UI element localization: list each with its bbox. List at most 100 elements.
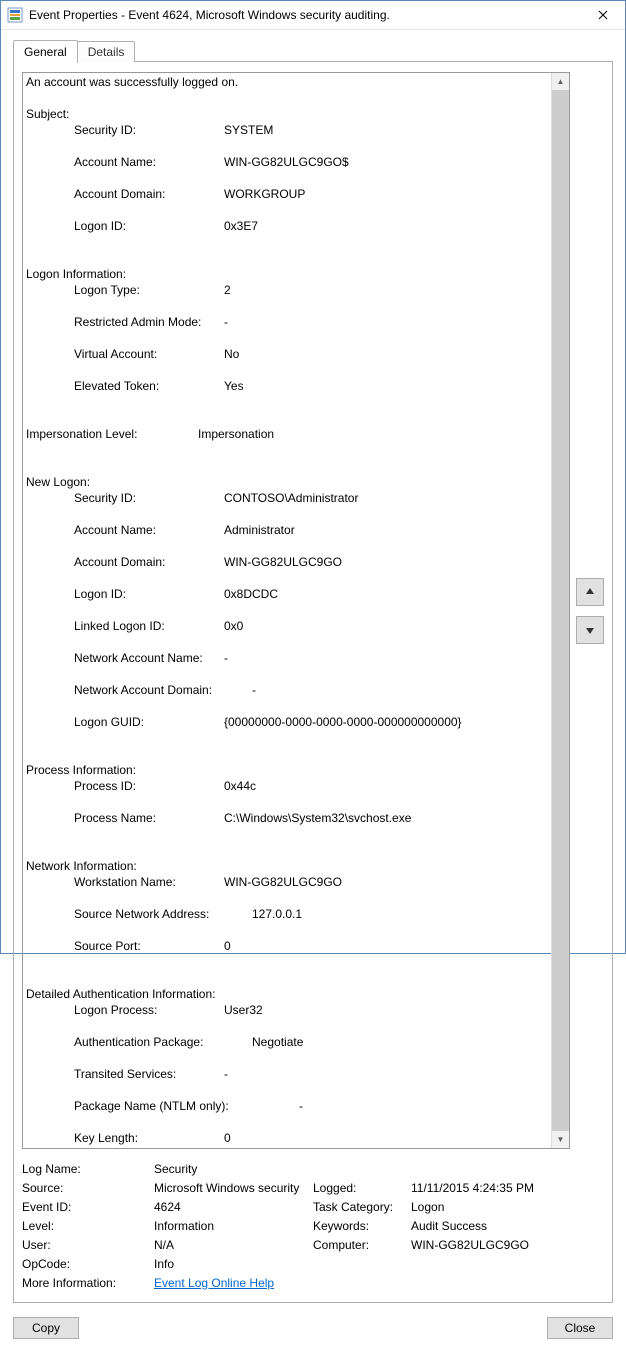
opcode-value: Info (154, 1257, 604, 1271)
eventid-label: Event ID: (22, 1200, 154, 1214)
new-logon-header: New Logon: (26, 475, 90, 489)
workstation-label: Workstation Name: (26, 874, 224, 890)
newlogon-linked-id-label: Linked Logon ID: (26, 618, 224, 634)
taskcat-label: Task Category: (313, 1200, 411, 1214)
subject-sid-label: Security ID: (26, 122, 224, 138)
source-address-value: 127.0.0.1 (252, 906, 302, 922)
transited-services-value: - (224, 1066, 228, 1082)
process-id-label: Process ID: (26, 778, 224, 794)
key-length-label: Key Length: (26, 1130, 224, 1146)
newlogon-net-account-name-label: Network Account Name: (26, 650, 224, 666)
newlogon-net-account-domain-label: Network Account Domain: (26, 682, 252, 698)
key-length-value: 0 (224, 1130, 231, 1146)
description-text: An account was successfully logged on. S… (23, 73, 551, 1148)
logon-process-label: Logon Process: (26, 1002, 224, 1018)
footer-buttons: Copy Close (1, 1309, 625, 1351)
close-button[interactable]: Close (547, 1317, 613, 1339)
next-event-button[interactable] (576, 616, 604, 644)
logname-label: Log Name: (22, 1162, 154, 1176)
scroll-thumb[interactable] (552, 90, 569, 1131)
logon-process-value: User32 (224, 1002, 263, 1018)
scroll-up-icon[interactable]: ▲ (552, 73, 569, 90)
nav-buttons (576, 72, 604, 1149)
keywords-value: Audit Success (411, 1219, 604, 1233)
newlogon-account-name-value: Administrator (224, 522, 295, 538)
meta-grid: Log Name: Security Source: Microsoft Win… (22, 1159, 604, 1292)
event-properties-window: Event Properties - Event 4624, Microsoft… (0, 0, 626, 954)
moreinfo-label: More Information: (22, 1276, 154, 1290)
newlogon-guid-value: {00000000-0000-0000-0000-000000000000} (224, 714, 462, 730)
event-viewer-icon (7, 7, 23, 23)
close-window-button[interactable] (581, 1, 625, 29)
elevated-token-value: Yes (224, 378, 244, 394)
tab-general[interactable]: General (13, 40, 78, 63)
auth-package-label: Authentication Package: (26, 1034, 252, 1050)
virtual-account-value: No (224, 346, 239, 362)
subject-logon-id-value: 0x3E7 (224, 218, 258, 234)
virtual-account-label: Virtual Account: (26, 346, 224, 362)
window-title: Event Properties - Event 4624, Microsoft… (29, 8, 581, 22)
user-label: User: (22, 1238, 154, 1252)
process-name-value: C:\Windows\System32\svchost.exe (224, 810, 411, 826)
subject-account-domain-value: WORKGROUP (224, 186, 305, 202)
source-label: Source: (22, 1181, 154, 1195)
network-info-header: Network Information: (26, 859, 137, 873)
source-port-label: Source Port: (26, 938, 224, 954)
tab-details[interactable]: Details (77, 41, 136, 62)
keywords-label: Keywords: (313, 1219, 411, 1233)
source-address-label: Source Network Address: (26, 906, 252, 922)
subject-header: Subject: (26, 107, 69, 121)
logon-type-label: Logon Type: (26, 282, 224, 298)
newlogon-logon-id-label: Logon ID: (26, 586, 224, 602)
logname-value: Security (154, 1162, 604, 1176)
logged-label: Logged: (313, 1181, 411, 1195)
subject-account-domain-label: Account Domain: (26, 186, 224, 202)
level-value: Information (154, 1219, 313, 1233)
content-area: General Details An account was successfu… (1, 30, 625, 1309)
arrow-up-icon (584, 586, 596, 598)
level-label: Level: (22, 1219, 154, 1233)
copy-button[interactable]: Copy (13, 1317, 79, 1339)
event-log-online-help-link[interactable]: Event Log Online Help (154, 1276, 274, 1290)
process-info-header: Process Information: (26, 763, 136, 777)
subject-account-name-label: Account Name: (26, 154, 224, 170)
user-value: N/A (154, 1238, 313, 1252)
source-port-value: 0 (224, 938, 231, 954)
titlebar: Event Properties - Event 4624, Microsoft… (1, 1, 625, 30)
scroll-down-icon[interactable]: ▼ (552, 1131, 569, 1148)
opcode-label: OpCode: (22, 1257, 154, 1271)
newlogon-account-name-label: Account Name: (26, 522, 224, 538)
newlogon-net-account-domain-value: - (252, 682, 256, 698)
transited-services-label: Transited Services: (26, 1066, 224, 1082)
tabs: General Details (13, 38, 613, 62)
source-value: Microsoft Windows security (154, 1181, 313, 1195)
impersonation-label: Impersonation Level: (26, 426, 198, 442)
eventid-value: 4624 (154, 1200, 313, 1214)
newlogon-logon-id-value: 0x8DCDC (224, 586, 278, 602)
logon-info-header: Logon Information: (26, 267, 126, 281)
main-row: An account was successfully logged on. S… (22, 72, 604, 1149)
auth-info-header: Detailed Authentication Information: (26, 987, 215, 1001)
process-name-label: Process Name: (26, 810, 224, 826)
tab-panel-general: An account was successfully logged on. S… (13, 61, 613, 1303)
package-name-value: - (299, 1098, 303, 1114)
elevated-token-label: Elevated Token: (26, 378, 224, 394)
restricted-admin-label: Restricted Admin Mode: (26, 314, 224, 330)
description-scrollbar[interactable]: ▲ ▼ (551, 73, 569, 1148)
newlogon-account-domain-value: WIN-GG82ULGC9GO (224, 554, 342, 570)
auth-package-value: Negotiate (252, 1034, 303, 1050)
subject-account-name-value: WIN-GG82ULGC9GO$ (224, 154, 349, 170)
taskcat-value: Logon (411, 1200, 604, 1214)
process-id-value: 0x44c (224, 778, 256, 794)
description-box[interactable]: An account was successfully logged on. S… (22, 72, 570, 1149)
logged-value: 11/11/2015 4:24:35 PM (411, 1181, 604, 1195)
subject-logon-id-label: Logon ID: (26, 218, 224, 234)
previous-event-button[interactable] (576, 578, 604, 606)
newlogon-linked-id-value: 0x0 (224, 618, 243, 634)
newlogon-net-account-name-value: - (224, 650, 228, 666)
subject-sid-value: SYSTEM (224, 122, 273, 138)
logon-type-value: 2 (224, 282, 231, 298)
newlogon-sid-value: CONTOSO\Administrator (224, 490, 358, 506)
workstation-value: WIN-GG82ULGC9GO (224, 874, 342, 890)
newlogon-guid-label: Logon GUID: (26, 714, 224, 730)
